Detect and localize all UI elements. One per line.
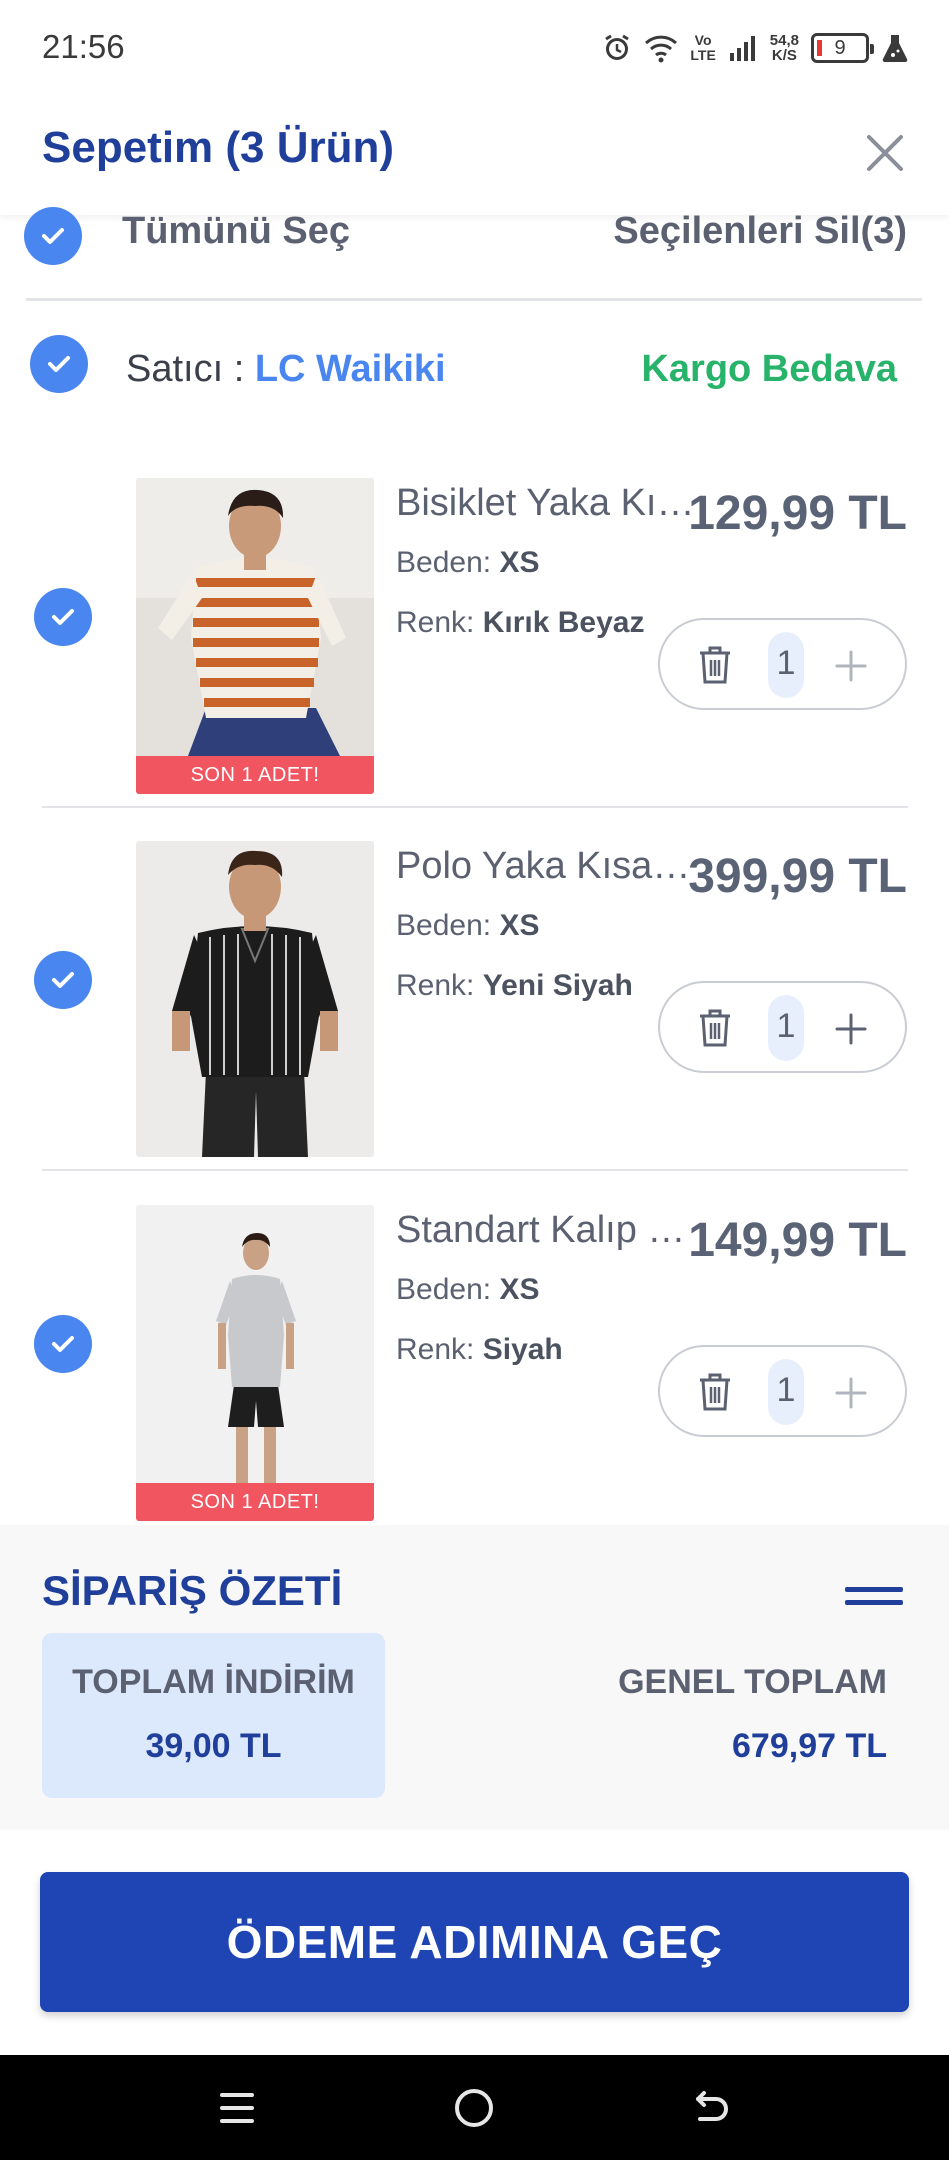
check-icon [42, 228, 64, 244]
home-circle-icon[interactable] [451, 2085, 497, 2131]
page-title: Sepetim (3 Ürün) [42, 123, 395, 172]
delete-item-button[interactable] [696, 644, 734, 691]
checkout-button[interactable]: ÖDEME ADIMINA GEÇ [40, 1872, 909, 2012]
wifi-icon [644, 33, 678, 63]
cart-item: SON 1 ADET! Standart Kalıp Erkek Pijama … [0, 1205, 949, 1565]
product-image[interactable]: SON 1 ADET! [136, 1205, 374, 1521]
product-color: Renk: Siyah [396, 1333, 563, 1366]
back-button[interactable] [688, 2085, 734, 2131]
quantity-value: 1 [776, 644, 796, 682]
increase-quantity-button[interactable] [833, 648, 869, 689]
order-summary: SİPARİŞ ÖZETİ TOPLAM İNDİRİM 39,00 TL GE… [0, 1525, 949, 1830]
trash-icon[interactable] [696, 1371, 734, 1413]
product-name[interactable]: Polo Yaka Kısa Kollu Çizgili Erkek Tişör… [396, 845, 696, 888]
status-bar: 21:56 Vo LTE 54,8 K/S 9 [0, 0, 949, 95]
divider [26, 298, 922, 301]
select-all-checkbox[interactable] [24, 207, 82, 265]
product-name[interactable]: Bisiklet Yaka Kısa Kollu Çizgili Erkek T… [396, 482, 696, 525]
product-price: 149,99 TL [688, 1214, 907, 1267]
lab-flask-icon [881, 33, 909, 63]
menu-icon[interactable] [214, 2085, 260, 2131]
delete-item-button[interactable] [696, 1007, 734, 1054]
select-all-row: Tümünü Seç Seçilenleri Sil(3) [0, 205, 949, 300]
cart-item: SON 1 ADET! Bisiklet Yaka Kısa Kollu Çiz… [0, 478, 949, 838]
quantity-stepper: 1 [658, 981, 907, 1073]
discount-value: 39,00 TL [145, 1727, 282, 1765]
check-icon [52, 609, 74, 625]
stock-badge: SON 1 ADET! [136, 1483, 374, 1521]
item-checkbox[interactable] [34, 588, 92, 646]
divider [42, 1169, 908, 1171]
product-price: 399,99 TL [688, 850, 907, 903]
divider [42, 806, 908, 808]
quantity-value: 1 [776, 1007, 796, 1045]
close-button[interactable] [863, 131, 907, 175]
home-button[interactable] [451, 2085, 497, 2131]
product-color: Renk: Yeni Siyah [396, 969, 633, 1002]
summary-title: SİPARİŞ ÖZETİ [42, 1567, 343, 1614]
stock-badge: SON 1 ADET! [136, 756, 374, 794]
seller-checkbox[interactable] [30, 335, 88, 393]
recent-apps-button[interactable] [214, 2085, 260, 2131]
trash-icon[interactable] [696, 1007, 734, 1049]
plus-icon[interactable] [833, 1375, 869, 1411]
increase-quantity-button[interactable] [833, 1375, 869, 1416]
product-size: Beden: XS [396, 909, 540, 942]
check-icon [52, 1336, 74, 1352]
alarm-icon [602, 33, 632, 63]
network-speed: 54,8 K/S [769, 32, 799, 64]
total-label: GENEL TOPLAM [618, 1663, 887, 1701]
battery-level: 9 [834, 36, 846, 59]
cart-item: Polo Yaka Kısa Kollu Çizgili Erkek Tişör… [0, 841, 949, 1201]
product-size: Beden: XS [396, 546, 540, 579]
network-type-icon: Vo LTE [690, 32, 716, 63]
quantity-stepper: 1 [658, 1345, 907, 1437]
product-image[interactable] [136, 841, 374, 1157]
quantity-value: 1 [776, 1371, 796, 1409]
delete-selected-button[interactable]: Seçilenleri Sil(3) [613, 210, 907, 253]
select-all-label[interactable]: Tümünü Seç [122, 210, 350, 253]
quantity-stepper: 1 [658, 618, 907, 710]
total-value: 679,97 TL [732, 1727, 887, 1765]
status-icons: Vo LTE 54,8 K/S 9 [602, 24, 909, 72]
check-icon [52, 972, 74, 988]
product-name[interactable]: Standart Kalıp Erkek Pijama Takımı [396, 1209, 696, 1252]
increase-quantity-button[interactable] [833, 1011, 869, 1052]
plus-icon[interactable] [833, 648, 869, 684]
signal-icon [728, 33, 758, 63]
item-checkbox[interactable] [34, 1315, 92, 1373]
system-nav-bar [0, 2055, 949, 2160]
product-color: Renk: Kırık Beyaz [396, 606, 645, 639]
seller-prefix: Satıcı : [126, 348, 255, 390]
back-icon[interactable] [688, 2085, 734, 2131]
item-checkbox[interactable] [34, 951, 92, 1009]
discount-box: TOPLAM İNDİRİM 39,00 TL [42, 1633, 385, 1798]
product-price: 129,99 TL [688, 487, 907, 540]
product-size: Beden: XS [396, 1273, 540, 1306]
product-image[interactable]: SON 1 ADET! [136, 478, 374, 794]
seller-row: Satıcı : LC Waikiki Kargo Bedava [0, 330, 949, 400]
plus-icon[interactable] [833, 1011, 869, 1047]
cart-header: Sepetim (3 Ürün) [0, 95, 949, 215]
discount-label: TOPLAM İNDİRİM [72, 1663, 355, 1701]
menu-lines-icon[interactable] [845, 1587, 903, 1611]
trash-icon[interactable] [696, 644, 734, 686]
battery-icon: 9 [811, 33, 874, 63]
check-icon [48, 356, 70, 372]
free-shipping-label: Kargo Bedava [641, 348, 897, 390]
close-icon[interactable] [863, 131, 907, 175]
status-time: 21:56 [42, 28, 125, 65]
summary-toggle-button[interactable] [845, 1587, 903, 1616]
seller-name-link[interactable]: LC Waikiki [255, 348, 446, 390]
delete-item-button[interactable] [696, 1371, 734, 1418]
seller-label: Satıcı : LC Waikiki [126, 348, 446, 391]
